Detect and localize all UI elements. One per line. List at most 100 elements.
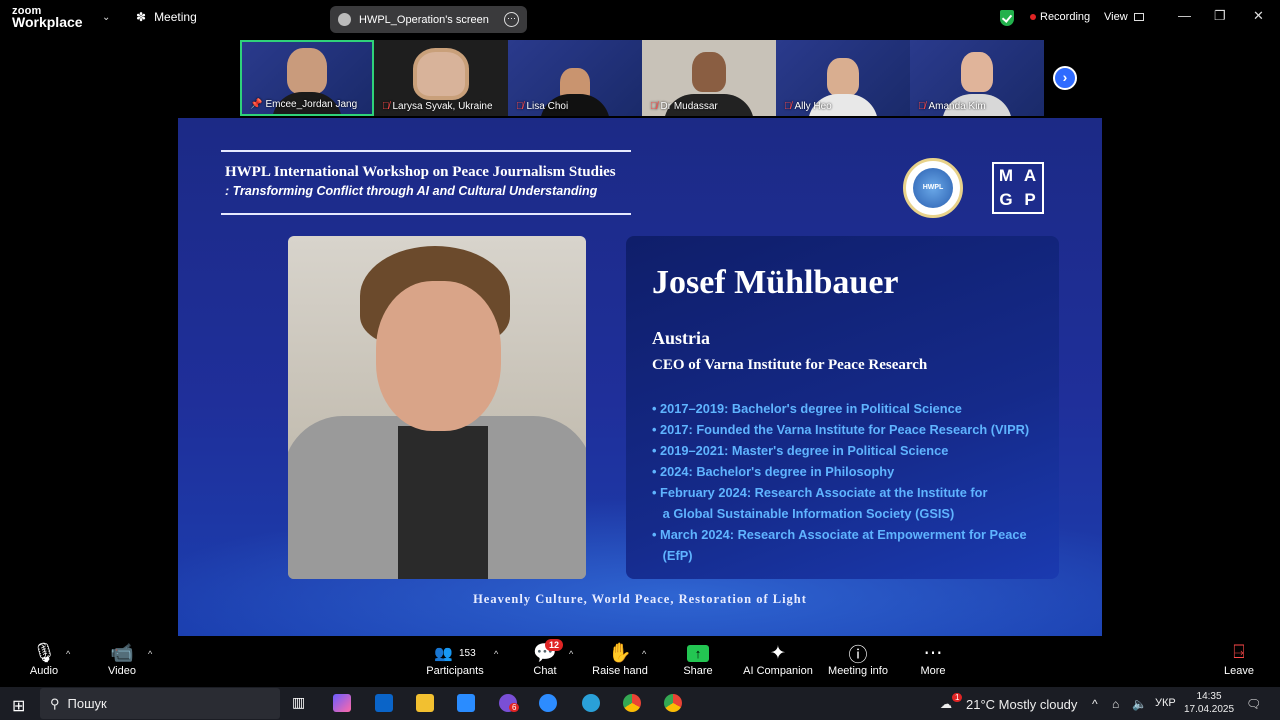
close-icon[interactable]: ✕ (1253, 8, 1264, 24)
chevron-right-icon: › (1062, 69, 1068, 85)
weather-text[interactable]: 21°C Mostly cloudy (966, 697, 1077, 712)
chat-unread-badge: 12 (545, 639, 564, 651)
muted-mic-icon: 🎙̸ (516, 101, 524, 112)
meeting-icon: ✽ (136, 10, 147, 24)
participant-name: Emcee_Jordan Jang (265, 99, 358, 110)
more-button[interactable]: ⋯ More (915, 641, 951, 678)
meeting-info-button[interactable]: ⓘ Meeting info (826, 641, 890, 678)
audio-options-caret-icon[interactable]: ^ (66, 649, 70, 659)
audio-button[interactable]: 🎙 Audio (26, 641, 62, 677)
zoom-logo: zoom Workplace (12, 5, 83, 30)
divider (221, 150, 631, 152)
meeting-menu[interactable]: ✽ Meeting (136, 10, 197, 24)
share-screen-icon: ↑ (687, 644, 709, 662)
participant-tile[interactable]: 🎙̸ Larysa Syvak, Ukraine (374, 40, 508, 116)
task-view-icon[interactable]: ▥ (292, 694, 310, 712)
participant-tile[interactable]: 📌 Emcee_Jordan Jang (240, 40, 374, 116)
chrome-icon[interactable] (664, 694, 682, 712)
network-icon[interactable]: ⌂ (1112, 697, 1119, 711)
chat-caret-icon[interactable]: ^ (569, 649, 573, 659)
speaker-country: Austria (652, 328, 710, 348)
ai-companion-button[interactable]: ✦ AI Companion (742, 641, 814, 678)
chevron-up-icon[interactable]: ^ (1092, 697, 1098, 711)
leave-door-icon: ⍈ (1233, 642, 1245, 663)
hand-icon: ✋ (608, 643, 632, 664)
clock[interactable]: 14:35 17.04.2025 (1184, 690, 1234, 716)
search-icon: ⚲ (50, 695, 60, 711)
participants-button[interactable]: 👥 153 Participants (424, 641, 486, 677)
bio-item: • 2017: Founded the Varna Institute for … (652, 422, 1030, 437)
telegram-icon[interactable] (582, 694, 600, 712)
speaker-name: Josef Mühlbauer (652, 264, 899, 301)
security-shield-icon[interactable] (1000, 10, 1014, 26)
participant-tile[interactable]: 🎙̸ Lisa Choi (508, 40, 642, 116)
hwpl-logo: HWPL (903, 158, 963, 218)
chat-button[interactable]: 💬 12 Chat (527, 639, 564, 677)
windows-start-icon[interactable]: ⊞ (12, 696, 30, 715)
next-page-button[interactable]: › (1053, 66, 1077, 90)
participant-name: Dr Mudassar (660, 101, 718, 112)
chrome-icon[interactable] (623, 694, 641, 712)
bio-list: • 2017–2019: Bachelor's degree in Politi… (652, 398, 1029, 566)
participant-tile[interactable]: 🎙̸ Amanda Kim (910, 40, 1044, 116)
minimize-icon[interactable]: — (1178, 8, 1191, 23)
bio-item: • 2017–2019: Bachelor's degree in Politi… (652, 401, 962, 416)
muted-mic-icon: 🎙̸ (382, 101, 390, 112)
muted-mic-icon: 🎙̸ (784, 101, 792, 112)
video-options-caret-icon[interactable]: ^ (148, 649, 152, 659)
participant-name: Larysa Syvak, Ukraine (392, 101, 493, 112)
participant-video (692, 52, 726, 92)
weather-cloud-icon[interactable]: ☁ (940, 697, 952, 711)
maximize-icon[interactable]: ❐ (1214, 8, 1226, 24)
bio-item: a Global Sustainable Information Society… (652, 506, 955, 521)
speaker-photo (288, 236, 586, 579)
slide-footer: Heavenly Culture, World Peace, Restorati… (473, 592, 807, 606)
workshop-title: HWPL International Workshop on Peace Jou… (225, 164, 616, 180)
muted-mic-icon: 🎙̸ (918, 101, 926, 112)
outlook-icon[interactable] (375, 694, 393, 712)
bio-item: • 2019–2021: Master's degree in Politica… (652, 443, 949, 458)
leave-button[interactable]: ⍈ Leave (1221, 641, 1257, 677)
camera-off-icon: 📹 (110, 643, 134, 664)
muted-mic-icon: 🎙̸ (650, 101, 658, 112)
taskbar-search-box[interactable]: ⚲ Пошук (40, 688, 280, 719)
participant-tile[interactable]: 🎙̸ Ally Heo (776, 40, 910, 116)
reactions-caret-icon[interactable]: ^ (642, 649, 646, 659)
participant-avatar (413, 48, 469, 100)
participants-caret-icon[interactable]: ^ (494, 649, 498, 659)
participant-video (287, 48, 327, 94)
copilot-icon[interactable] (333, 694, 351, 712)
bio-item: • February 2024: Research Associate at t… (652, 485, 988, 500)
participant-strip: 📌 Emcee_Jordan Jang 🎙̸ Larysa Syvak, Ukrai… (240, 40, 1044, 116)
zoom-taskbar-icon[interactable] (539, 694, 557, 712)
grid-view-icon (1133, 13, 1144, 21)
recording-indicator[interactable]: Recording (1030, 11, 1090, 23)
language-indicator[interactable]: УКР (1155, 697, 1176, 709)
participant-tile[interactable]: 🎙̸ Dr Mudassar (642, 40, 776, 116)
participant-video (827, 58, 859, 96)
more-options-icon[interactable]: ··· (504, 12, 519, 27)
bio-item: • March 2024: Research Associate at Empo… (652, 527, 1027, 542)
participant-video (961, 52, 993, 92)
divider (221, 213, 631, 215)
volume-icon[interactable]: 🔈 (1132, 697, 1147, 711)
share-button[interactable]: ↑ Share (680, 641, 716, 677)
shared-screen-slide: HWPL International Workshop on Peace Jou… (178, 118, 1102, 636)
raise-hand-button[interactable]: ✋ Raise hand (592, 641, 648, 677)
participant-name: Lisa Choi (526, 101, 569, 112)
video-button[interactable]: 📹 Video (104, 641, 140, 677)
pin-icon: 📌 (250, 99, 263, 110)
bio-item: (EfP) (652, 548, 693, 563)
chevron-down-icon[interactable]: ⌄ (102, 12, 110, 23)
store-icon[interactable] (457, 694, 475, 712)
view-menu[interactable]: View (1104, 11, 1144, 23)
more-dots-icon: ⋯ (923, 642, 943, 664)
notifications-icon[interactable]: 🗨 (1246, 697, 1261, 711)
participant-name: Ally Heo (794, 101, 832, 112)
meeting-toolbar: 🎙 Audio ^ 📹 Video ^ 👥 153 Participants ^ … (0, 637, 1280, 685)
screen-share-indicator[interactable]: HWPL_Operation's screen ··· (330, 6, 527, 33)
recording-dot-icon (1030, 14, 1036, 20)
info-icon: ⓘ (848, 644, 868, 666)
speaker-role: CEO of Varna Institute for Peace Researc… (652, 357, 928, 373)
file-explorer-icon[interactable] (416, 694, 434, 712)
